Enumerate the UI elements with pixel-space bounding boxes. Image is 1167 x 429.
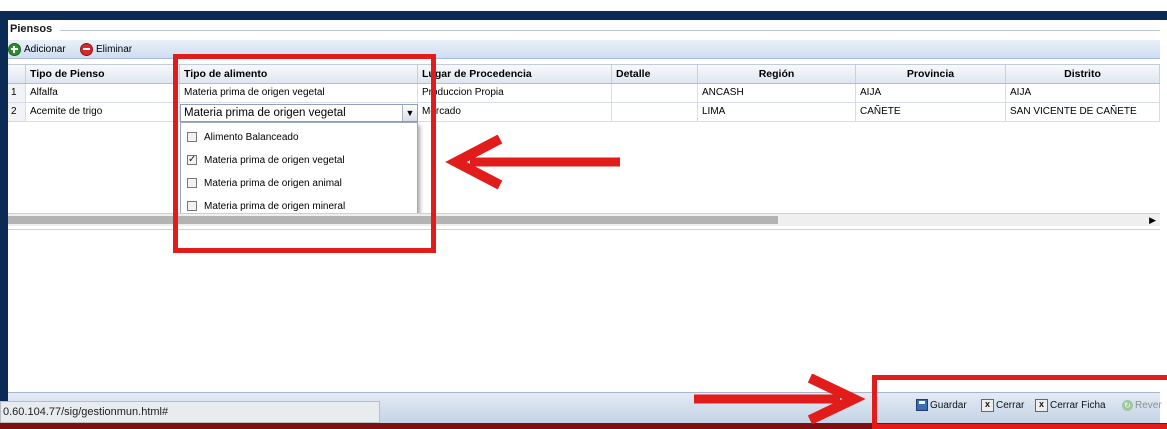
cell-lugar[interactable]: Produccion Propia	[418, 84, 612, 102]
status-url: 0.60.104.77/sig/gestionmun.html#	[0, 401, 380, 423]
cell-tipo-pienso[interactable]: Alfalfa	[26, 84, 180, 102]
column-header-provincia[interactable]: Provincia	[856, 65, 1006, 83]
window-left-frame	[0, 20, 8, 429]
column-header-detalle[interactable]: Detalle	[612, 65, 698, 83]
cell-lugar[interactable]: Mercado	[418, 103, 612, 121]
annotation-box-dropdown	[173, 54, 436, 253]
cell-detalle[interactable]	[612, 103, 698, 121]
window-top-frame	[0, 0, 1167, 24]
add-icon	[8, 42, 21, 56]
column-header-lugar[interactable]: Lugar de Procedencia	[418, 65, 612, 83]
cell-distrito[interactable]: AIJA	[1006, 84, 1160, 102]
cell-tipo-pienso[interactable]: Acemite de trigo	[26, 103, 180, 121]
cell-distrito[interactable]: SAN VICENTE DE CAÑETE	[1006, 103, 1160, 121]
panel-legend: Piensos	[10, 23, 53, 35]
delete-button[interactable]: Eliminar	[80, 41, 132, 57]
column-header-distrito[interactable]: Distrito	[1006, 65, 1160, 83]
add-button[interactable]: Adicionar	[8, 41, 66, 57]
delete-icon	[80, 42, 93, 56]
cell-provincia[interactable]: AIJA	[856, 84, 1006, 102]
cell-provincia[interactable]: CAÑETE	[856, 103, 1006, 121]
row-number: 2	[8, 103, 26, 121]
cell-detalle[interactable]	[612, 84, 698, 102]
delete-button-label: Eliminar	[96, 43, 133, 55]
cell-region[interactable]: ANCASH	[698, 84, 856, 102]
annotation-box-footer	[872, 375, 1167, 429]
annotation-arrow-right	[694, 374, 866, 424]
column-header-region[interactable]: Región	[698, 65, 856, 83]
fieldset-border	[60, 30, 1160, 31]
add-button-label: Adicionar	[24, 43, 66, 55]
row-number: 1	[8, 84, 26, 102]
scroll-right-icon[interactable]: ▶	[1149, 214, 1156, 226]
annotation-arrow-left	[445, 135, 620, 190]
rownum-header	[8, 65, 26, 83]
column-header-tipo-pienso[interactable]: Tipo de Pienso	[26, 65, 180, 83]
cell-region[interactable]: LIMA	[698, 103, 856, 121]
